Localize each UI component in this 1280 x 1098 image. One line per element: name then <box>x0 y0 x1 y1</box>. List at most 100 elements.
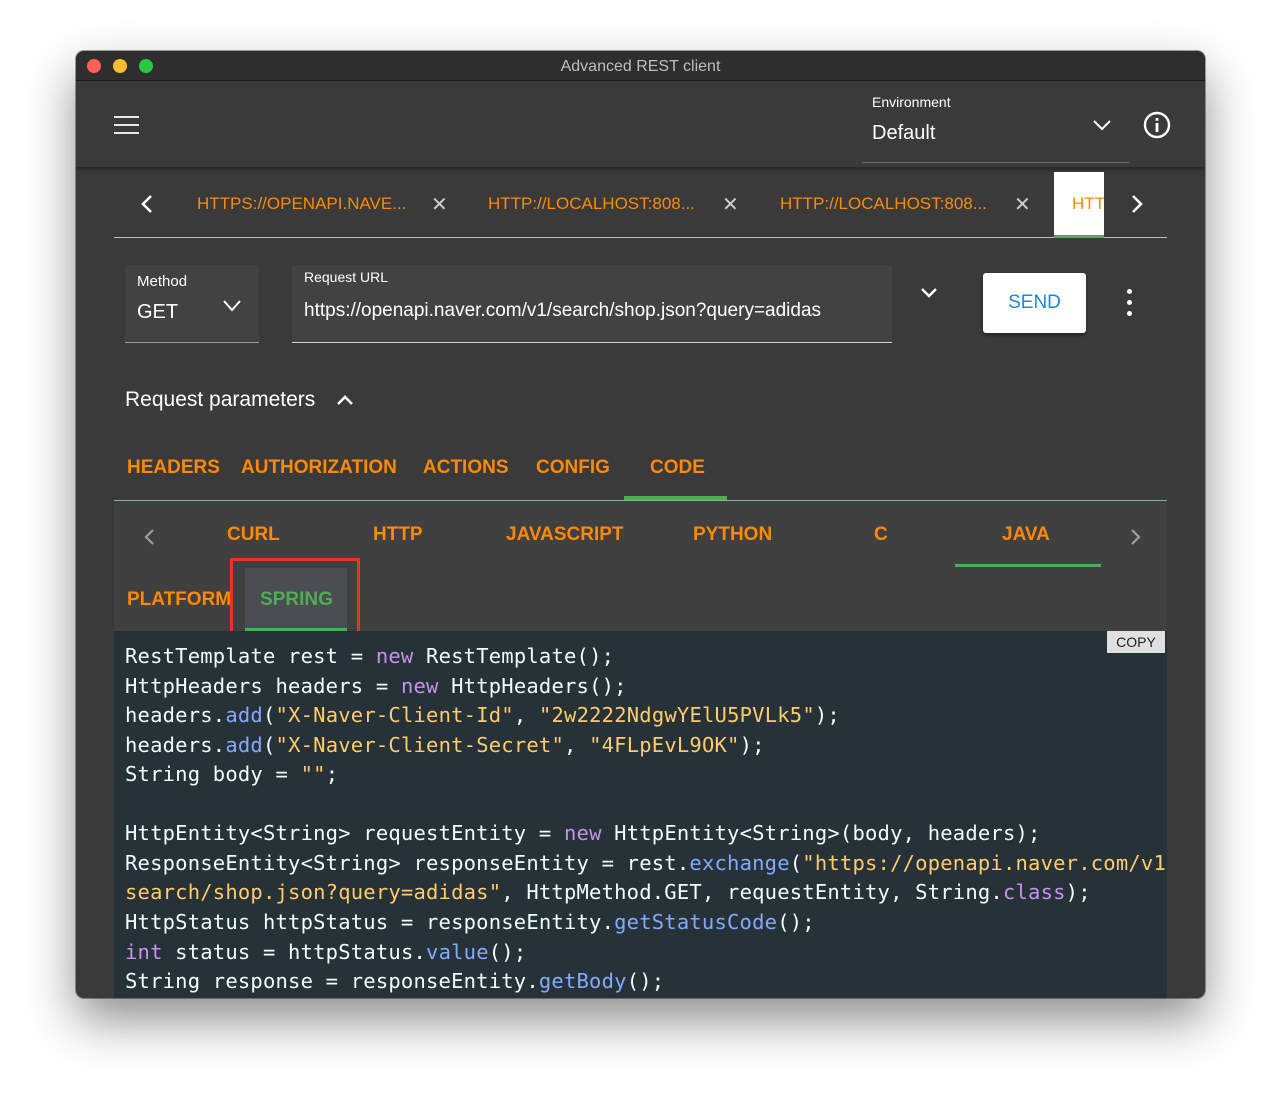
environment-label: Environment <box>872 94 951 110</box>
chevron-down-icon[interactable] <box>918 282 940 304</box>
code-token: getBody <box>538 969 627 994</box>
code-token: HttpHeaders headers = <box>125 673 401 698</box>
code-token: getStatusCode <box>614 909 778 934</box>
tab-javascript[interactable]: JAVASCRIPT <box>506 524 624 546</box>
chevron-right-icon[interactable] <box>1126 192 1148 216</box>
code-token: HttpHeaders(); <box>438 673 627 698</box>
environment-select[interactable]: Default <box>872 122 935 145</box>
more-vert-icon[interactable] <box>1124 289 1134 317</box>
chevron-down-icon[interactable] <box>1092 115 1112 135</box>
code-panel: CURL HTTP JAVASCRIPT PYTHON C JAVA PLATF… <box>114 501 1167 998</box>
code-token: add <box>225 732 263 757</box>
tab-authorization[interactable]: AUTHORIZATION <box>241 457 397 479</box>
code-line: HttpStatus httpStatus = responseEntity.g… <box>125 910 815 934</box>
code-token: ( <box>262 732 276 757</box>
code-token: String response = responseEntity. <box>125 969 539 994</box>
request-tab-2[interactable]: HTTP://LOCALHOST:808... <box>488 194 695 214</box>
code-token: class <box>1002 880 1066 905</box>
code-line: search/shop.json?query=adidas", HttpMeth… <box>125 880 1091 904</box>
code-token: HttpEntity<String>(body, headers); <box>601 821 1041 846</box>
request-url-input[interactable]: https://openapi.naver.com/v1/search/shop… <box>304 300 821 322</box>
code-line: String response = responseEntity.getBody… <box>125 969 664 993</box>
send-button[interactable]: SEND <box>983 273 1086 333</box>
tab-config[interactable]: CONFIG <box>536 457 610 479</box>
tab-actions[interactable]: ACTIONS <box>423 457 509 479</box>
info-icon[interactable] <box>1143 111 1171 139</box>
tab-curl[interactable]: CURL <box>227 524 280 546</box>
chevron-left-icon[interactable] <box>141 527 159 547</box>
tab-python[interactable]: PYTHON <box>693 524 772 546</box>
active-tab-indicator <box>1054 235 1104 238</box>
tab-platform[interactable]: PLATFORM <box>127 589 231 611</box>
code-token: headers. <box>125 732 226 757</box>
request-tab-active[interactable]: HTTP <box>1054 172 1104 238</box>
method-select[interactable]: Method GET <box>125 265 259 343</box>
code-token: "2w2222NdgwYElU5PVLk5" <box>538 703 815 728</box>
code-line: HttpEntity<String> requestEntity = new H… <box>125 821 1041 845</box>
code-token: ( <box>262 703 276 728</box>
code-token: "X-Naver-Client-Id" <box>275 703 514 728</box>
code-line: ResponseEntity<String> responseEntity = … <box>125 851 1167 875</box>
tab-http[interactable]: HTTP <box>373 524 423 546</box>
code-token: search/shop.json?query=adidas" <box>125 880 502 905</box>
request-tab-1[interactable]: HTTPS://OPENAPI.NAVE... <box>197 194 406 214</box>
method-value: GET <box>137 301 179 323</box>
code-token: RestTemplate rest = <box>125 644 376 668</box>
code-line: HttpHeaders headers = new HttpHeaders(); <box>125 674 627 698</box>
code-token: ); <box>1065 880 1091 905</box>
window-title: Advanced REST client <box>560 58 721 75</box>
title-bar: Advanced REST client <box>76 51 1205 81</box>
copy-button[interactable]: COPY <box>1107 631 1165 653</box>
chevron-down-icon <box>223 300 241 312</box>
chevron-left-icon[interactable] <box>136 192 158 216</box>
request-url-label: Request URL <box>304 269 389 285</box>
code-token: HttpStatus httpStatus = responseEntity. <box>125 909 615 934</box>
code-line: int status = httpStatus.value(); <box>125 940 526 964</box>
code-token: ); <box>739 732 765 757</box>
code-token: new <box>375 644 414 668</box>
tab-c[interactable]: C <box>874 524 888 546</box>
request-tabs: HTTPS://OPENAPI.NAVE... ✕ HTTP://LOCALHO… <box>114 172 1167 238</box>
close-icon[interactable]: ✕ <box>722 192 739 217</box>
tab-code[interactable]: CODE <box>650 457 705 479</box>
code-token: "4FLpEvL9OK" <box>589 732 740 757</box>
code-token: (); <box>626 969 665 994</box>
code-token: , <box>513 703 539 728</box>
code-token: , <box>564 732 590 757</box>
code-snippet: COPY RestTemplate rest = new RestTemplat… <box>114 631 1167 998</box>
code-token: HttpEntity<String> requestEntity = <box>125 821 564 846</box>
code-token: "" <box>300 762 326 787</box>
code-line: RestTemplate rest = new RestTemplate(); <box>125 644 614 668</box>
request-url-field[interactable]: Request URL https://openapi.naver.com/v1… <box>292 265 892 343</box>
code-token: exchange <box>689 850 790 875</box>
code-token: ( <box>789 850 803 875</box>
code-token: "X-Naver-Client-Secret" <box>275 732 564 757</box>
code-token: value <box>426 939 489 964</box>
code-token: headers. <box>125 703 226 728</box>
environment-underline <box>862 162 1129 163</box>
chevron-right-icon[interactable] <box>1126 527 1144 547</box>
code-token: ; <box>325 762 339 787</box>
tab-headers[interactable]: HEADERS <box>127 457 220 479</box>
app-toolbar: Environment Default <box>76 81 1205 167</box>
code-token: add <box>225 703 263 728</box>
request-tab-3[interactable]: HTTP://LOCALHOST:808... <box>780 194 987 214</box>
code-token: ); <box>814 703 840 728</box>
code-token: int <box>125 939 163 964</box>
code-line: headers.add("X-Naver-Client-Secret", "4F… <box>125 733 765 757</box>
code-token: String body = <box>125 762 301 787</box>
code-token: "https://openapi.naver.com/v1/ <box>802 850 1167 875</box>
close-icon[interactable]: ✕ <box>431 192 448 217</box>
code-token: (); <box>777 909 815 934</box>
chevron-up-icon[interactable] <box>334 389 356 411</box>
method-label: Method <box>137 273 188 290</box>
code-token: status = httpStatus. <box>162 939 427 964</box>
code-token: RestTemplate(); <box>413 644 615 668</box>
code-token: new <box>563 821 602 846</box>
menu-icon[interactable] <box>114 116 139 134</box>
tab-java[interactable]: JAVA <box>1002 524 1050 546</box>
request-parameters-title[interactable]: Request parameters <box>125 388 315 412</box>
request-tab-active-label: HTTP <box>1072 194 1104 213</box>
code-token: ResponseEntity<String> responseEntity = … <box>125 850 690 875</box>
close-icon[interactable]: ✕ <box>1014 192 1031 217</box>
